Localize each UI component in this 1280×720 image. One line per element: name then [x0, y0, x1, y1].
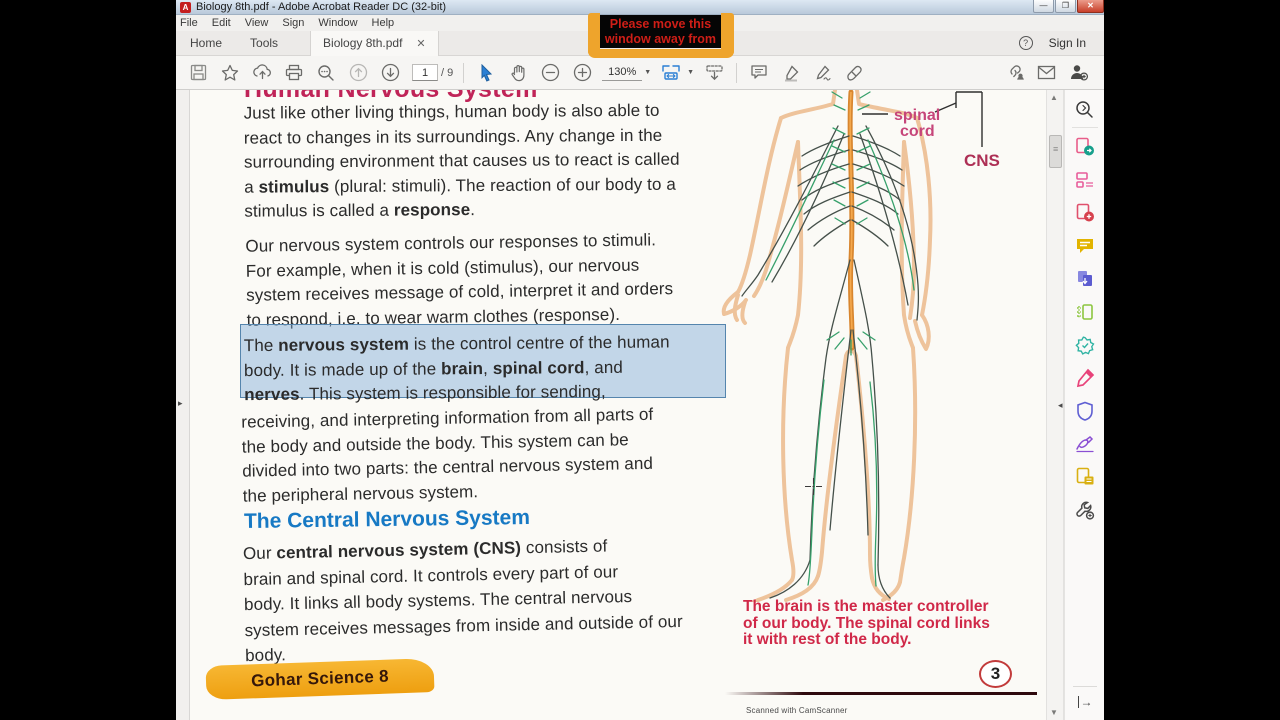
window-controls: — ❐ ✕ — [1032, 0, 1104, 13]
document-area: ▸ Human Nervous System Just like other l… — [176, 90, 1104, 720]
navigation-pane-collapsed[interactable]: ▸ — [176, 90, 190, 720]
spinal-cord-label-line1: spinal — [894, 107, 940, 124]
page-count-label: / 9 — [441, 66, 454, 79]
page-previous-icon[interactable] — [347, 62, 369, 84]
panel-comment-icon[interactable] — [1074, 235, 1096, 257]
menu-view[interactable]: View — [238, 17, 276, 29]
panel-search-icon[interactable] — [1074, 98, 1096, 120]
select-tool-icon[interactable] — [475, 62, 497, 84]
highlight-icon[interactable] — [780, 62, 802, 84]
sign-in-person-icon[interactable] — [1067, 62, 1089, 84]
panel-export-pdf-icon[interactable] — [1074, 136, 1096, 158]
acrobat-window: A Biology 8th.pdf - Adobe Acrobat Reader… — [176, 0, 1104, 720]
fit-width-icon[interactable] — [660, 62, 682, 84]
panel-stamp-icon[interactable] — [1074, 466, 1096, 488]
nervous-system-diagram: spinal cord CNS — [721, 90, 1000, 602]
main-toolbar: 1 / 9 130% ▼ ▼ — [176, 56, 1104, 90]
pdf-page[interactable]: Human Nervous System Just like other liv… — [190, 90, 1046, 720]
tab-tools[interactable]: Tools — [236, 31, 292, 56]
minimize-button[interactable]: — — [1033, 0, 1054, 13]
page-next-icon[interactable] — [379, 62, 401, 84]
zoom-in-icon[interactable] — [571, 62, 593, 84]
save-icon[interactable] — [187, 62, 209, 84]
menu-edit[interactable]: Edit — [205, 17, 238, 29]
crosshair-cursor — [805, 478, 822, 495]
read-mode-icon[interactable] — [703, 62, 725, 84]
scrollbar-thumb[interactable] — [1049, 135, 1062, 168]
scroll-down-icon[interactable]: ▼ — [1050, 708, 1058, 717]
screen-message-overlay: Please move this window away from — [588, 13, 734, 58]
menu-sign[interactable]: Sign — [275, 17, 311, 29]
menu-file[interactable]: File — [176, 17, 205, 29]
panel-combine-files-icon[interactable] — [1074, 268, 1096, 290]
panel-compress-pdf-icon[interactable] — [1074, 301, 1096, 323]
close-button[interactable]: ✕ — [1077, 0, 1104, 13]
edit-pdf-icon[interactable] — [844, 62, 866, 84]
overlay-text-line2: window away from — [604, 31, 717, 46]
tab-document[interactable]: Biology 8th.pdf ✕ — [310, 30, 439, 56]
spinal-cord-label-line2: cord — [900, 123, 935, 140]
zoom-caret-icon[interactable]: ▼ — [644, 69, 651, 76]
panel-protect-icon[interactable] — [1074, 400, 1096, 422]
menu-help[interactable]: Help — [365, 17, 402, 29]
book-footer-banner: Gohar Science 8 — [205, 658, 435, 700]
star-icon[interactable] — [219, 62, 241, 84]
fit-caret-icon[interactable]: ▼ — [687, 69, 694, 76]
search-icon[interactable] — [315, 62, 337, 84]
overlay-text-line1: Please move this — [609, 16, 712, 31]
sign-in-link[interactable]: Sign In — [1049, 36, 1086, 50]
book-paragraph-4: Our central nervous system (CNS) consist… — [242, 536, 683, 666]
print-icon[interactable] — [283, 62, 305, 84]
zoom-level-input[interactable]: 130% — [602, 64, 643, 81]
page-number-input[interactable]: 1 — [412, 64, 438, 81]
book-paragraph-3-rest: receiving, and interpreting information … — [241, 404, 654, 506]
diagram-caption: The brain is the master controller of our… — [743, 598, 990, 648]
scroll-up-icon[interactable]: ▲ — [1050, 93, 1058, 102]
email-icon[interactable] — [1035, 62, 1057, 84]
tab-document-label: Biology 8th.pdf — [323, 36, 403, 50]
page-bottom-rule — [725, 692, 1037, 695]
panel-certificates-icon[interactable] — [1074, 433, 1096, 455]
window-title: Biology 8th.pdf - Adobe Acrobat Reader D… — [196, 1, 447, 13]
panel-convert-pdf-icon[interactable] — [1074, 334, 1096, 356]
book-paragraph-2: Our nervous system controls our response… — [245, 230, 674, 330]
share-cloud-icon[interactable] — [251, 62, 273, 84]
panel-fill-sign-icon[interactable] — [1074, 367, 1096, 389]
tab-home[interactable]: Home — [176, 31, 236, 56]
tools-panel: ◂ → — [1058, 90, 1104, 720]
hand-tool-icon[interactable] — [507, 62, 529, 84]
menu-window[interactable]: Window — [311, 17, 364, 29]
expand-panel-icon[interactable]: → — [1077, 696, 1093, 708]
cns-label: CNS — [964, 151, 1000, 170]
camscanner-watermark: Scanned with CamScanner — [746, 706, 848, 715]
collapse-panel-arrow-icon[interactable]: ◂ — [1058, 400, 1063, 411]
share-link-icon[interactable] — [1003, 62, 1025, 84]
book-paragraph-1: Just like other living things, human bod… — [243, 100, 680, 221]
zoom-out-icon[interactable] — [539, 62, 561, 84]
book-heading-cns: The Central Nervous System — [243, 506, 531, 533]
fill-sign-icon[interactable] — [812, 62, 834, 84]
comment-icon[interactable] — [748, 62, 770, 84]
tab-close-icon[interactable]: ✕ — [416, 37, 425, 50]
help-icon[interactable]: ? — [1018, 36, 1033, 50]
book-paragraph-3-selected: The nervous system is the control centre… — [243, 332, 670, 405]
screen: A Biology 8th.pdf - Adobe Acrobat Reader… — [0, 0, 1280, 720]
panel-more-tools-icon[interactable] — [1074, 499, 1096, 521]
panel-create-pdf-icon[interactable] — [1074, 202, 1096, 224]
restore-button[interactable]: ❐ — [1055, 0, 1076, 13]
book-page-number: 3 — [979, 660, 1012, 688]
acrobat-icon: A — [180, 1, 191, 13]
expand-nav-arrow-icon[interactable]: ▸ — [178, 398, 183, 409]
panel-organize-pages-icon[interactable] — [1074, 169, 1096, 191]
